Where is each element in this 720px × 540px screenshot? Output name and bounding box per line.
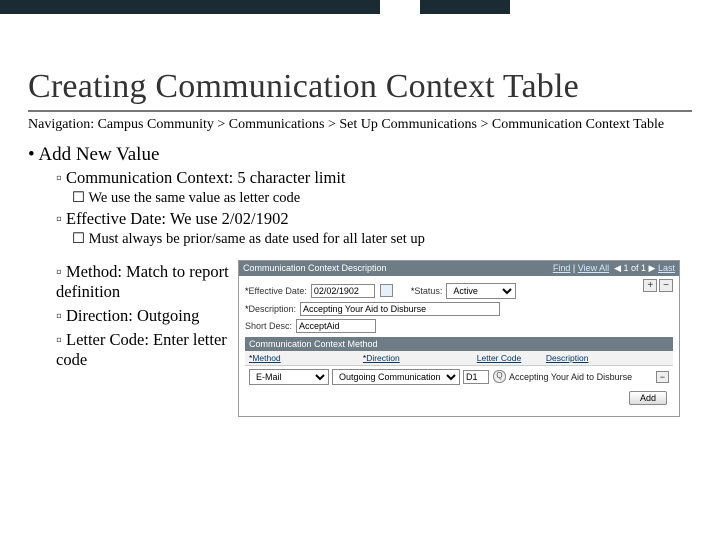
page-title: Creating Communication Context Table — [28, 68, 692, 112]
method-select[interactable]: E-Mail — [249, 369, 329, 385]
bullet-method: Method: Match to report definition — [56, 262, 238, 302]
add-row-icon[interactable]: + — [643, 279, 657, 292]
add-remove-row: +− — [641, 280, 673, 291]
bullet-comm-context-note: We use the same value as letter code — [72, 190, 692, 207]
remove-method-icon[interactable]: − — [656, 371, 669, 383]
description-label: Description: — [245, 304, 296, 314]
bullet-lettercode: Letter Code: Enter letter code — [56, 330, 238, 370]
remove-row-icon[interactable]: − — [659, 279, 673, 292]
description-input[interactable] — [300, 302, 500, 316]
direction-select[interactable]: Outgoing Communication — [332, 369, 460, 385]
col-description[interactable]: Description — [546, 353, 669, 363]
record-position: 1 of 1 — [624, 263, 647, 273]
add-button[interactable]: Add — [629, 391, 667, 405]
section-title-description: Communication Context Description — [243, 263, 387, 273]
status-select[interactable]: Active — [446, 283, 516, 299]
method-description-text: Accepting Your Aid to Disburse — [509, 372, 653, 382]
col-lettercode[interactable]: Letter Code — [477, 353, 544, 363]
decorative-top-stripe — [0, 0, 720, 14]
view-all-link[interactable]: View All — [578, 263, 609, 273]
status-label: Status: — [411, 286, 443, 296]
bullet-effdate-text: We use 2/02/1902 — [166, 209, 289, 228]
find-link[interactable]: Find — [553, 263, 571, 273]
form-screenshot: Communication Context Description Find |… — [238, 260, 680, 417]
short-input[interactable] — [296, 319, 376, 333]
bullet-comm-context-label: Communication Context: — [66, 168, 233, 187]
bullet-add-new-value: Add New Value — [28, 144, 692, 166]
short-label: Short Desc: — [245, 321, 292, 331]
effdate-label: Effective Date: — [245, 286, 307, 296]
navigation-breadcrumb: Navigation: Campus Community > Communica… — [28, 116, 692, 134]
calendar-icon[interactable] — [380, 284, 393, 297]
lookup-icon[interactable]: Q — [493, 370, 506, 383]
bullet-effdate: Effective Date: We use 2/02/1902 — [56, 209, 692, 229]
bullet-comm-context: Communication Context: 5 character limit — [56, 168, 692, 188]
bullet-comm-context-text: 5 character limit — [233, 168, 345, 187]
bullet-effdate-note: Must always be prior/same as date used f… — [72, 231, 692, 248]
bullet-effdate-label: Effective Date: — [66, 209, 166, 228]
lettercode-input[interactable] — [463, 370, 489, 384]
effdate-input[interactable] — [311, 284, 375, 298]
last-link[interactable]: Last — [658, 263, 675, 273]
col-method[interactable]: Method — [249, 353, 361, 363]
bullet-direction: Direction: Outgoing — [56, 306, 238, 326]
col-direction[interactable]: Direction — [363, 353, 475, 363]
section-title-method: Communication Context Method — [249, 339, 378, 349]
